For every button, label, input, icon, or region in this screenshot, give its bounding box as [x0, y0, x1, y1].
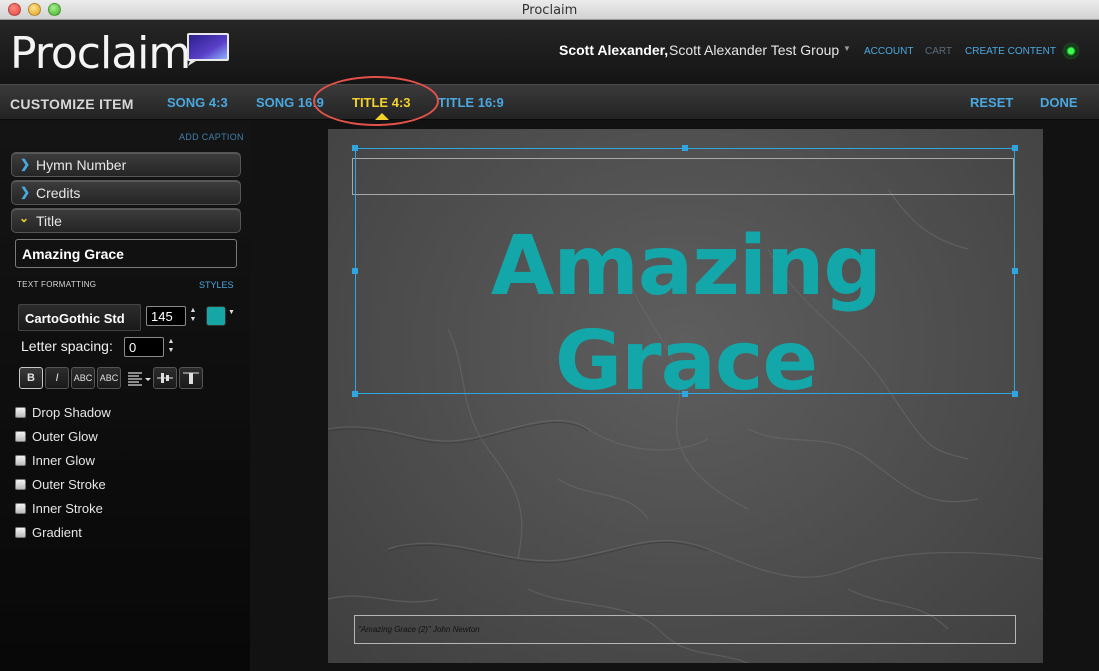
gradient-checkbox[interactable]	[15, 527, 26, 538]
section-label: Hymn Number	[36, 157, 127, 173]
vertical-top-icon[interactable]	[179, 367, 203, 389]
title-text-input[interactable]	[15, 239, 237, 268]
tab-title-16-9[interactable]: TITLE 16:9	[438, 95, 504, 110]
effect-label: Outer Stroke	[32, 477, 106, 492]
section-title[interactable]: ⌄ Title	[11, 208, 241, 233]
connection-status-icon	[1062, 42, 1080, 60]
slide-title-text[interactable]: Amazing Grace	[356, 219, 1016, 409]
effect-label: Inner Glow	[32, 453, 95, 468]
italic-button[interactable]: I	[45, 367, 69, 389]
group-name[interactable]: Scott Alexander Test Group	[669, 42, 839, 58]
proclaim-window: Proclaim Proclaim Scott Alexander, Scott…	[0, 0, 1099, 671]
reset-button[interactable]: RESET	[970, 95, 1013, 110]
all-caps-button[interactable]: ABC	[71, 367, 95, 389]
chevron-down-icon[interactable]: ▼	[228, 309, 235, 316]
create-content-link[interactable]: CREATE CONTENT	[965, 46, 1056, 57]
inner-stroke-checkbox[interactable]	[15, 503, 26, 514]
bold-button[interactable]: B	[19, 367, 43, 389]
chevron-down-icon: ⌄	[19, 211, 30, 225]
vertical-center-icon[interactable]	[153, 367, 177, 389]
inner-glow-checkbox[interactable]	[15, 455, 26, 466]
styles-link[interactable]: STYLES	[199, 280, 234, 290]
customize-toolbar: CUSTOMIZE ITEM SONG 4:3 SONG 16:9 TITLE …	[0, 84, 1099, 120]
section-hymn-number[interactable]: ❯ Hymn Number	[11, 152, 241, 177]
annotation-highlight-circle	[313, 76, 439, 126]
user-name[interactable]: Scott Alexander,	[559, 42, 668, 58]
effect-label: Drop Shadow	[32, 405, 111, 420]
window-title: Proclaim	[521, 3, 578, 18]
app-header: Proclaim Scott Alexander, Scott Alexande…	[0, 20, 1099, 84]
font-size-stepper[interactable]: ▲ ▼	[188, 306, 198, 326]
text-formatting-label: TEXT FORMATTING	[17, 280, 97, 289]
font-family-select[interactable]: CartoGothic Std	[18, 304, 141, 331]
section-label: Title	[36, 213, 62, 229]
resize-handle[interactable]	[352, 145, 358, 151]
letter-spacing-field[interactable]	[124, 337, 164, 357]
resize-handle[interactable]	[682, 145, 688, 151]
credits-text-box[interactable]: "Amazing Grace (2)" John Newton	[354, 615, 1016, 644]
drop-shadow-checkbox[interactable]	[15, 407, 26, 418]
done-button[interactable]: DONE	[1040, 95, 1078, 110]
chevron-right-icon: ❯	[20, 185, 31, 199]
credits-text: "Amazing Grace (2)" John Newton	[358, 625, 480, 634]
chevron-down-icon[interactable]: ▼	[843, 44, 851, 53]
text-color-swatch[interactable]	[206, 306, 226, 326]
screen-logo-icon	[187, 33, 229, 66]
window-titlebar: Proclaim	[0, 0, 1099, 20]
effect-label: Outer Glow	[32, 429, 98, 444]
proclaim-logo: Proclaim	[10, 28, 191, 79]
section-title: CUSTOMIZE ITEM	[10, 96, 134, 112]
effect-label: Inner Stroke	[32, 501, 103, 516]
cart-link[interactable]: CART	[925, 46, 952, 57]
resize-handle[interactable]	[1012, 145, 1018, 151]
section-label: Credits	[36, 185, 81, 201]
account-link[interactable]: ACCOUNT	[864, 46, 913, 57]
effect-label: Gradient	[32, 525, 82, 540]
letter-spacing-stepper[interactable]: ▲ ▼	[166, 337, 176, 357]
small-caps-button[interactable]: ABC	[97, 367, 121, 389]
slide-canvas[interactable]: Amazing Grace "Amazing Grace (2)" John N…	[328, 129, 1043, 663]
tab-song-4-3[interactable]: SONG 4:3	[167, 95, 228, 110]
outer-glow-checkbox[interactable]	[15, 431, 26, 442]
outer-stroke-checkbox[interactable]	[15, 479, 26, 490]
formatting-panel: ADD CAPTION ❯ Hymn Number ❯ Credits ⌄ Ti…	[0, 121, 250, 671]
letter-spacing-label: Letter spacing:	[21, 338, 113, 354]
font-family-value: CartoGothic Std	[25, 311, 125, 326]
text-align-icon[interactable]	[126, 369, 152, 389]
add-caption-link[interactable]: ADD CAPTION	[179, 132, 244, 142]
font-size-field[interactable]	[146, 306, 186, 326]
section-credits[interactable]: ❯ Credits	[11, 180, 241, 205]
chevron-right-icon: ❯	[20, 157, 31, 171]
